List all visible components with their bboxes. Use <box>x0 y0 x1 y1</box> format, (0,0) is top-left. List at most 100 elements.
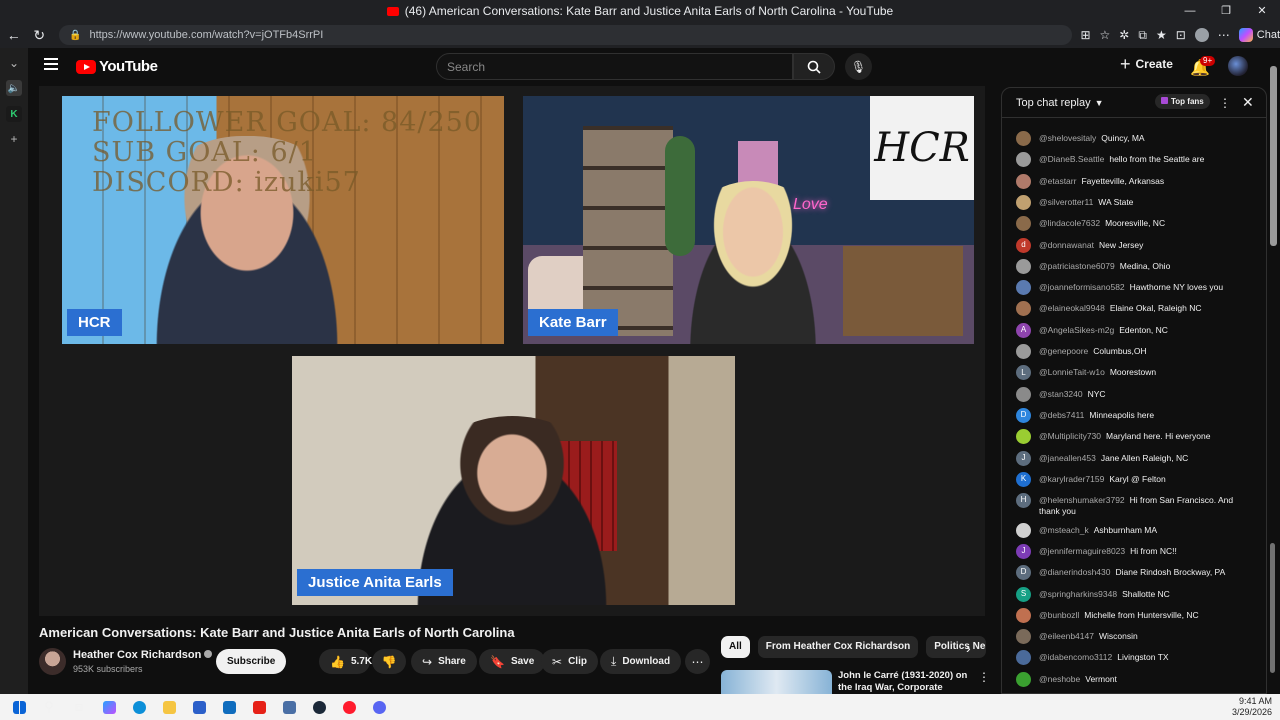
chip-all[interactable]: All <box>721 636 750 658</box>
chat-author-name[interactable]: @etastarr <box>1039 176 1076 186</box>
chat-author-avatar[interactable]: D <box>1016 565 1031 581</box>
more-actions-button[interactable]: ⋯ <box>685 649 710 674</box>
chevron-right-icon[interactable]: › <box>966 640 971 656</box>
chat-message[interactable]: @Multiplicity730 Maryland here. Hi everyo… <box>1016 429 1244 445</box>
chat-message[interactable]: J @janeallen453 Jane Allen Raleigh, NC <box>1016 450 1244 466</box>
chat-message[interactable]: @bunbozll Michelle from Huntersville, NC <box>1016 607 1244 623</box>
store-icon[interactable] <box>188 696 210 718</box>
chat-author-name[interactable]: @stan3240 <box>1039 389 1083 399</box>
close-chat-icon[interactable]: ✕ <box>1242 94 1254 111</box>
chat-author-name[interactable]: @jennifermaguire8023 <box>1039 546 1125 556</box>
tab-title[interactable]: (46) American Conversations: Kate Barr a… <box>405 4 893 18</box>
chat-message[interactable]: S @springharkins9348 Shallotte NC <box>1016 586 1244 602</box>
file-explorer-icon[interactable] <box>158 696 180 718</box>
chat-author-avatar[interactable]: A <box>1016 322 1031 338</box>
chat-author-name[interactable]: @dianerindosh430 <box>1039 567 1111 577</box>
maximize-button[interactable]: ❐ <box>1208 0 1244 22</box>
chat-author-name[interactable]: @neshobe <box>1039 674 1080 684</box>
chat-message[interactable]: @shelovesitaly Quincy, MA <box>1016 131 1244 146</box>
chat-author-name[interactable]: @lindacole7632 <box>1039 218 1100 228</box>
youtube-taskbar-icon[interactable] <box>248 696 270 718</box>
chat-author-name[interactable]: @LonnieTait-w1o <box>1039 367 1105 377</box>
channel-avatar[interactable] <box>39 648 66 675</box>
video-player[interactable]: FOLLOWER GOAL: 84/250 SUB GOAL: 6/1 DISC… <box>39 86 985 616</box>
edge-taskbar-icon[interactable] <box>128 696 150 718</box>
url-field[interactable]: 🔒 https://www.youtube.com/watch?v=jOTFb4… <box>59 25 1073 45</box>
chat-author-name[interactable]: @elaineokal9948 <box>1039 303 1105 313</box>
chat-scrollbar-thumb[interactable] <box>1270 543 1275 673</box>
chat-author-name[interactable]: @genepoore <box>1039 346 1088 356</box>
chat-author-avatar[interactable]: d <box>1016 237 1031 253</box>
chat-author-name[interactable]: @msteach_k <box>1039 525 1089 535</box>
recommendation-title[interactable]: John le Carré (1931-2020) on the Iraq Wa… <box>838 670 968 694</box>
menu-icon[interactable] <box>44 58 58 70</box>
chat-author-name[interactable]: @shelovesitaly <box>1039 133 1096 143</box>
recommendation-more-icon[interactable]: ⋮ <box>978 670 990 684</box>
chat-author-name[interactable]: @DianeB.Seattle <box>1039 154 1104 164</box>
favorites-icon[interactable]: ★ <box>1156 28 1167 42</box>
chat-author-name[interactable]: @joanneformisano582 <box>1039 282 1125 292</box>
extensions-icon[interactable]: ✲ <box>1119 28 1129 42</box>
youtube-logo[interactable]: YouTube <box>76 58 158 75</box>
search-input[interactable]: Search <box>436 53 793 80</box>
search-button[interactable] <box>793 53 835 80</box>
read-aloud-icon[interactable]: ⊞ <box>1080 28 1090 42</box>
chat-message[interactable]: @lindacole7632 Mooresville, NC <box>1016 216 1244 232</box>
chat-author-avatar[interactable] <box>1016 429 1031 445</box>
chat-author-avatar[interactable] <box>1016 131 1031 146</box>
chat-author-avatar[interactable] <box>1016 216 1031 232</box>
chat-author-name[interactable]: @patriciastone6079 <box>1039 261 1115 271</box>
chat-message[interactable]: @neshobe Vermont <box>1016 671 1244 687</box>
top-fans-button[interactable]: Top fans <box>1155 94 1210 109</box>
chat-author-avatar[interactable]: J <box>1016 543 1031 559</box>
chat-message[interactable]: D @dianerindosh430 Diane Rindosh Brockway,… <box>1016 565 1244 581</box>
chat-author-avatar[interactable] <box>1016 152 1031 168</box>
taskbar-clock[interactable]: 9:41 AM 3/29/2026 <box>1232 696 1272 718</box>
audio-tab-icon[interactable]: 🔈 <box>6 80 22 96</box>
chat-author-avatar[interactable]: K <box>1016 471 1031 487</box>
back-icon[interactable]: ← <box>2 27 26 43</box>
chat-author-avatar[interactable] <box>1016 671 1031 687</box>
chat-author-avatar[interactable] <box>1016 629 1031 645</box>
share-button[interactable]: ↪ Share <box>411 649 477 674</box>
opera-icon[interactable] <box>338 696 360 718</box>
kick-tab-icon[interactable]: K <box>6 106 22 122</box>
chat-author-avatar[interactable]: S <box>1016 586 1031 602</box>
chip-from-channel[interactable]: From Heather Cox Richardson <box>757 636 919 658</box>
chat-message[interactable]: @silverotter11 WA State <box>1016 194 1244 210</box>
chat-message[interactable]: @genepoore Columbus,OH <box>1016 344 1244 359</box>
chat-author-avatar[interactable]: D <box>1016 407 1031 423</box>
discord-icon[interactable] <box>368 696 390 718</box>
chat-author-name[interactable]: @bunbozll <box>1039 610 1079 620</box>
chat-message[interactable]: @etastarr Fayetteville, Arkansas <box>1016 173 1244 189</box>
chat-author-avatar[interactable] <box>1016 522 1031 538</box>
chat-author-name[interactable]: @Multiplicity730 <box>1039 431 1101 441</box>
page-scrollbar-thumb[interactable] <box>1270 66 1277 246</box>
chat-message[interactable]: d @donnawanat New Jersey <box>1016 237 1244 253</box>
chat-message[interactable]: H @helenshumaker3792 Hi from San Francisco… <box>1016 493 1244 516</box>
chat-options-icon[interactable]: ⋮ <box>1219 96 1231 110</box>
save-button[interactable]: 🔖 Save <box>479 649 546 674</box>
chat-author-avatar[interactable]: L <box>1016 365 1031 381</box>
steam-icon[interactable] <box>308 696 330 718</box>
channel-name[interactable]: Heather Cox Richardson <box>73 649 213 661</box>
task-view-icon[interactable]: ⧈ <box>68 696 90 718</box>
recommendation-thumbnail[interactable] <box>721 670 832 694</box>
chat-author-avatar[interactable] <box>1016 194 1031 210</box>
microphone-icon[interactable]: 🎙 <box>845 53 872 80</box>
profile-avatar[interactable] <box>1194 28 1209 42</box>
chat-message-list[interactable]: @shelovesitaly Quincy, MA @DianeB.Seattle h… <box>1002 119 1252 693</box>
like-button[interactable]: 👍 5.7K <box>319 649 372 674</box>
split-screen-icon[interactable]: ⧉ <box>1138 28 1147 43</box>
chat-message[interactable]: @joanneformisano582 Hawthorne NY loves yo… <box>1016 280 1244 296</box>
chat-message[interactable]: L @LonnieTait-w1o Moorestown <box>1016 365 1244 381</box>
refresh-icon[interactable]: ↻ <box>28 27 52 44</box>
chip-politics[interactable]: Politics Ne <box>926 636 987 658</box>
copilot-taskbar-icon[interactable] <box>98 696 120 718</box>
account-avatar[interactable] <box>1228 56 1248 76</box>
chat-author-name[interactable]: @helenshumaker3792 <box>1039 495 1125 505</box>
chat-author-avatar[interactable] <box>1016 173 1031 189</box>
chat-author-avatar[interactable] <box>1016 344 1031 359</box>
chat-author-avatar[interactable] <box>1016 258 1031 274</box>
app-taskbar-icon[interactable] <box>278 696 300 718</box>
